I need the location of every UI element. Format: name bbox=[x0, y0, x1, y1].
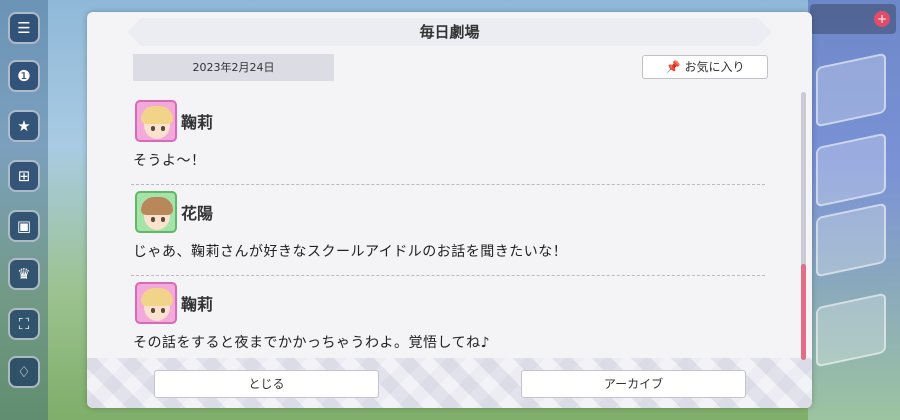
speaker-name: 鞠莉 bbox=[181, 113, 214, 132]
dialogue-item: 鞠莉 その話をすると夜までかかっちゃうわよ。覚悟してね♪ bbox=[131, 276, 765, 364]
avatar-hanayo bbox=[135, 191, 177, 233]
tv-icon[interactable]: ▣ bbox=[8, 210, 40, 242]
title-bar: 毎日劇場 bbox=[127, 18, 772, 46]
trophy-icon[interactable]: ♛ bbox=[8, 258, 40, 290]
add-icon[interactable]: + bbox=[874, 11, 890, 27]
dialogue-text: じゃあ、鞠莉さんが好きなスクールアイドルのお話を聞きたいな！ bbox=[133, 244, 568, 260]
side-menu-background: ☰ ❶ ★ ⊞ ▣ ♛ ⛶ ♢ bbox=[0, 0, 48, 420]
event-icon[interactable]: ★ bbox=[8, 110, 40, 142]
pin-icon: 📌 bbox=[665, 60, 681, 74]
archive-button[interactable]: アーカイブ bbox=[521, 370, 746, 398]
speaker-name: 花陽 bbox=[181, 204, 214, 223]
gift-icon[interactable]: ⊞ bbox=[8, 160, 40, 192]
avatar-mari bbox=[135, 100, 177, 142]
menu-card[interactable] bbox=[816, 292, 886, 368]
speech-bubble-icon[interactable]: ❶ bbox=[8, 60, 40, 92]
dialogue-text: そうよ～！ bbox=[133, 153, 206, 169]
date-label: 2023年2月24日 bbox=[133, 54, 334, 81]
close-button[interactable]: とじる bbox=[154, 370, 379, 398]
menu-icon[interactable]: ☰ bbox=[8, 12, 40, 44]
status-bar: + bbox=[810, 4, 896, 34]
menu-card[interactable] bbox=[816, 132, 886, 208]
avatar-mari bbox=[135, 282, 177, 324]
scrollbar-thumb[interactable] bbox=[801, 264, 806, 360]
dialogue-list[interactable]: 鞠莉 そうよ～！ 花陽 じゃあ、鞠莉さんが好きなスクールアイドルのお話を聞きたい… bbox=[131, 94, 765, 364]
dialogue-item: 花陽 じゃあ、鞠莉さんが好きなスクールアイドルのお話を聞きたいな！ bbox=[131, 185, 765, 276]
scrollbar[interactable] bbox=[801, 92, 806, 360]
modal-title: 毎日劇場 bbox=[419, 23, 480, 41]
speaker-name: 鞠莉 bbox=[181, 295, 214, 314]
right-menu-background: + bbox=[808, 0, 900, 420]
menu-card[interactable] bbox=[816, 52, 886, 128]
expand-icon[interactable]: ⛶ bbox=[8, 308, 40, 340]
dialogue-item: 鞠莉 そうよ～！ bbox=[131, 94, 765, 185]
daily-theater-modal: 毎日劇場 2023年2月24日 📌 お気に入り 鞠莉 そうよ～！ 花陽 じゃあ、鞠… bbox=[87, 12, 812, 408]
favorite-label: お気に入り bbox=[684, 60, 745, 74]
dialogue-text: その話をすると夜までかかっちゃうわよ。覚悟してね♪ bbox=[133, 335, 491, 351]
accessory-icon[interactable]: ♢ bbox=[8, 356, 40, 388]
favorite-button[interactable]: 📌 お気に入り bbox=[642, 55, 768, 79]
menu-card[interactable] bbox=[816, 202, 886, 278]
